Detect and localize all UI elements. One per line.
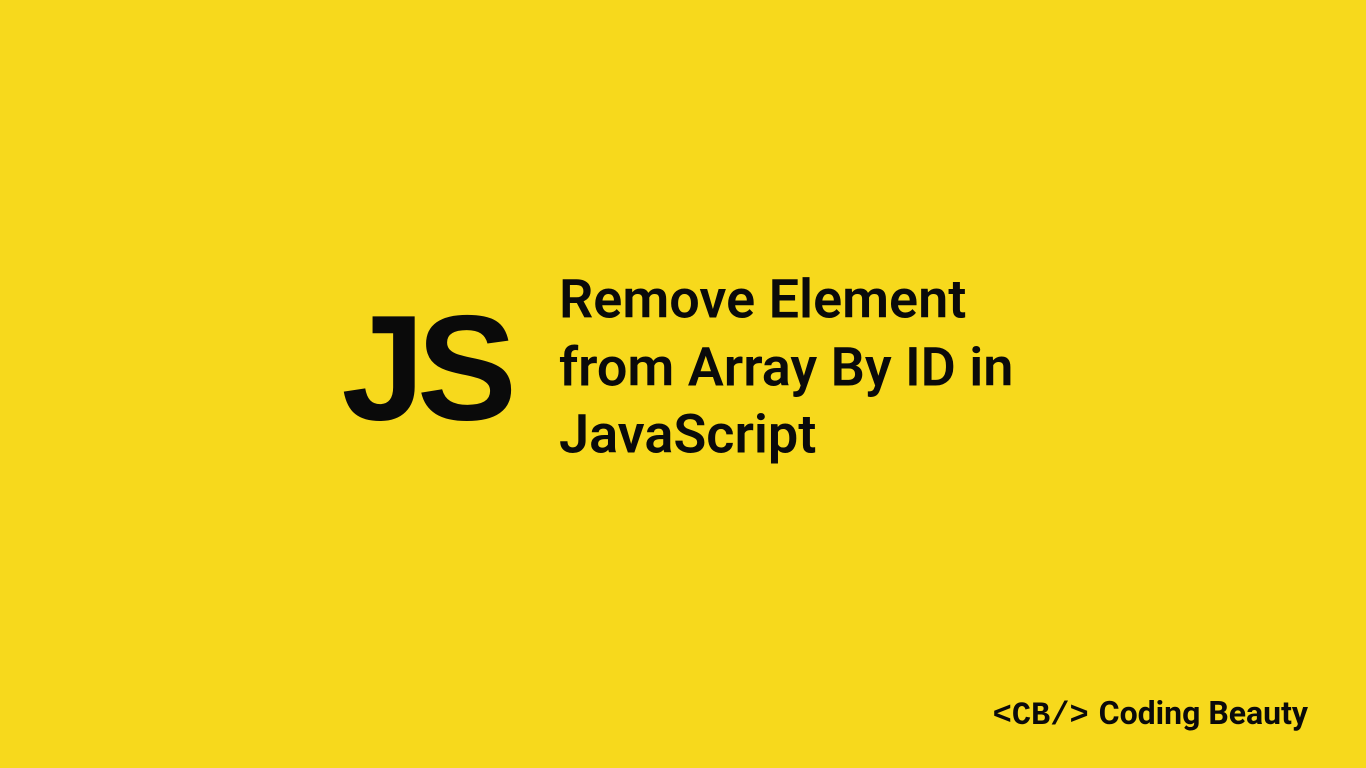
js-logo: JS bbox=[342, 293, 509, 443]
brand-name: Coding Beauty bbox=[1099, 694, 1308, 732]
brand-tag: <CB/> bbox=[993, 697, 1089, 734]
brand-footer: <CB/> Coding Beauty bbox=[993, 694, 1308, 734]
article-title: Remove Element from Array By ID in JavaS… bbox=[559, 267, 1025, 470]
main-content: JS Remove Element from Array By ID in Ja… bbox=[342, 267, 1025, 470]
